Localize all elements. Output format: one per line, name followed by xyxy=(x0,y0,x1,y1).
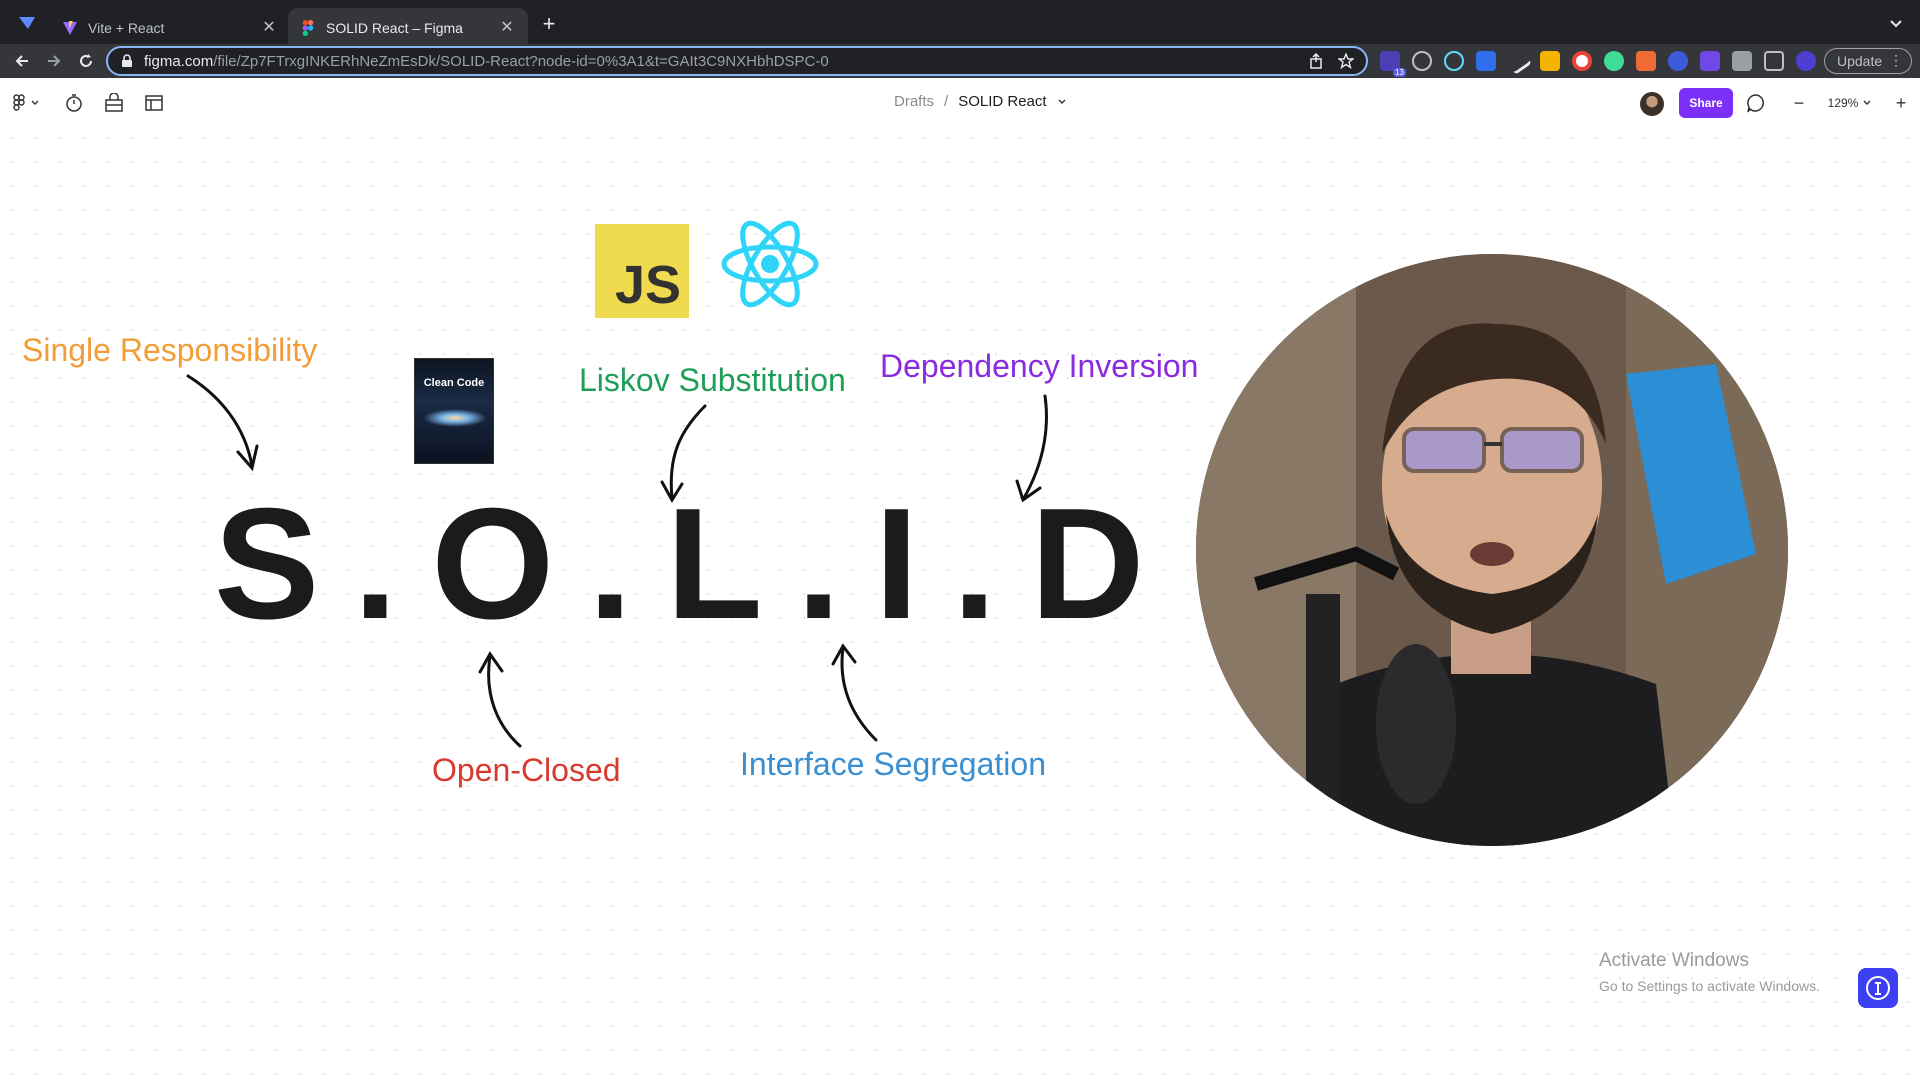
chevron-down-icon xyxy=(1863,100,1871,105)
browser-toolbar: figma.com /file/Zp7FTrxgINKERhNeZmEsDk/S… xyxy=(0,44,1920,78)
extension-badge: 13 xyxy=(1393,68,1406,77)
tab-close-icon[interactable]: ✕ xyxy=(498,19,516,37)
vite-favicon-icon xyxy=(63,21,77,35)
letter-s: S xyxy=(214,476,322,652)
separator-dot: . xyxy=(588,476,635,652)
figma-canvas[interactable]: JS Clean Code Single Responsibility Lisk… xyxy=(0,126,1920,1080)
extensions-row: 13 xyxy=(1380,47,1816,77)
galaxy-image xyxy=(423,409,487,427)
comment-icon[interactable] xyxy=(1745,92,1769,116)
letter-o: O xyxy=(431,476,557,652)
label-open-closed[interactable]: Open-Closed xyxy=(432,752,621,789)
reload-icon[interactable] xyxy=(74,49,98,73)
share-button[interactable]: Share xyxy=(1679,88,1733,118)
zoom-value: 129% xyxy=(1827,96,1859,110)
separator-dot: . xyxy=(952,476,999,652)
puzzle-icon[interactable] xyxy=(1732,51,1752,71)
purple-extension-icon[interactable] xyxy=(1700,51,1720,71)
figma-toolbar: Drafts / SOLID React Share − 129% + xyxy=(0,78,1920,126)
javascript-logo[interactable]: JS xyxy=(595,224,689,318)
figma-favicon-icon xyxy=(302,20,314,36)
update-button[interactable]: Update ⋮ xyxy=(1824,48,1912,74)
js-logo-text: JS xyxy=(614,255,681,315)
share-label: Share xyxy=(1689,96,1723,110)
browser-tab-strip: Vite + React ✕ SOLID React – Figma ✕ + xyxy=(0,0,1920,48)
zoom-out-icon[interactable]: − xyxy=(1786,93,1812,114)
resources-icon[interactable] xyxy=(102,91,126,115)
new-tab-icon[interactable]: + xyxy=(538,13,560,35)
react-logo-icon[interactable] xyxy=(718,212,822,316)
pause-extension-icon[interactable] xyxy=(1668,51,1688,71)
back-icon[interactable] xyxy=(10,49,34,73)
tab-vite-react[interactable]: Vite + React ✕ xyxy=(50,8,290,48)
clean-code-book-cover[interactable]: Clean Code xyxy=(414,358,494,464)
chevron-down-icon[interactable] xyxy=(1886,13,1906,33)
zoom-control: − 129% + xyxy=(1786,88,1914,118)
letter-l: L xyxy=(666,476,765,652)
breadcrumb: Drafts / SOLID React xyxy=(894,93,1067,110)
profile-icon[interactable] xyxy=(1796,51,1816,71)
url-path: /file/Zp7FTrxgINKERhNeZmEsDk/SOLID-React… xyxy=(213,52,829,70)
lock-icon xyxy=(122,54,132,67)
chrome-extension-icon[interactable] xyxy=(1572,51,1592,71)
tab-title: SOLID React – Figma xyxy=(326,20,463,36)
solid-acronym[interactable]: S.O.L.I.D xyxy=(214,474,1146,655)
update-label: Update xyxy=(1837,53,1883,69)
avatar[interactable] xyxy=(1640,92,1664,116)
watermark-title: Activate Windows xyxy=(1599,950,1749,971)
react-devtools-icon[interactable] xyxy=(1444,51,1464,71)
label-dependency-inversion[interactable]: Dependency Inversion xyxy=(880,348,1198,385)
url-domain: figma.com xyxy=(144,52,214,70)
letter-i: I xyxy=(874,476,921,652)
address-bar[interactable]: figma.com /file/Zp7FTrxgINKERhNeZmEsDk/S… xyxy=(106,46,1368,76)
forward-icon[interactable] xyxy=(42,49,66,73)
label-liskov-substitution[interactable]: Liskov Substitution xyxy=(579,362,846,399)
label-interface-segregation[interactable]: Interface Segregation xyxy=(740,746,1046,783)
arrow-interface-segregation[interactable] xyxy=(831,643,878,742)
orange-extension-icon[interactable] xyxy=(1636,51,1656,71)
separator-dot: . xyxy=(353,476,400,652)
presenter-video-image xyxy=(1196,254,1788,846)
arrow-open-closed[interactable] xyxy=(478,651,522,748)
tab-search-icon[interactable] xyxy=(16,12,38,34)
separator-dot: . xyxy=(796,476,843,652)
bookmark-extension-icon[interactable] xyxy=(1476,51,1496,71)
bookmark-star-icon[interactable] xyxy=(1338,53,1354,69)
tab-close-icon[interactable]: ✕ xyxy=(260,19,278,37)
zoom-in-icon[interactable]: + xyxy=(1888,93,1914,114)
webcam-overlay xyxy=(1196,254,1788,846)
tab-title: Vite + React xyxy=(88,20,165,36)
activate-windows-watermark: Activate Windows Go to Settings to activ… xyxy=(1599,950,1820,994)
more-vertical-icon[interactable]: ⋮ xyxy=(1889,52,1903,69)
extension-icon[interactable]: 13 xyxy=(1380,51,1406,77)
glasses-extension-icon[interactable] xyxy=(1412,51,1432,71)
share-page-icon[interactable] xyxy=(1308,53,1324,69)
breadcrumb-drafts[interactable]: Drafts xyxy=(894,93,934,110)
letter-d: D xyxy=(1030,476,1147,652)
label-single-responsibility[interactable]: Single Responsibility xyxy=(22,332,317,369)
chevron-down-icon[interactable] xyxy=(1057,97,1067,107)
green-extension-icon[interactable] xyxy=(1604,51,1624,71)
pen-extension-icon[interactable] xyxy=(1504,47,1532,75)
layout-icon[interactable] xyxy=(142,91,166,115)
book-title: Clean Code xyxy=(423,377,485,389)
breadcrumb-separator: / xyxy=(944,93,949,110)
yellow-extension-icon[interactable] xyxy=(1540,51,1560,71)
figma-app: Drafts / SOLID React Share − 129% + JS C… xyxy=(0,78,1920,1080)
channel-logo-icon xyxy=(1858,968,1898,1008)
figma-menu-icon[interactable] xyxy=(12,91,44,115)
arrow-single-responsibility[interactable] xyxy=(186,374,259,472)
zoom-dropdown[interactable]: 129% xyxy=(1828,96,1873,110)
tab-solid-react-figma[interactable]: SOLID React – Figma ✕ xyxy=(288,8,528,48)
timer-icon[interactable] xyxy=(62,91,86,115)
watermark-subtitle: Go to Settings to activate Windows. xyxy=(1599,978,1820,994)
side-panel-icon[interactable] xyxy=(1764,51,1784,71)
file-name[interactable]: SOLID React xyxy=(958,93,1046,110)
